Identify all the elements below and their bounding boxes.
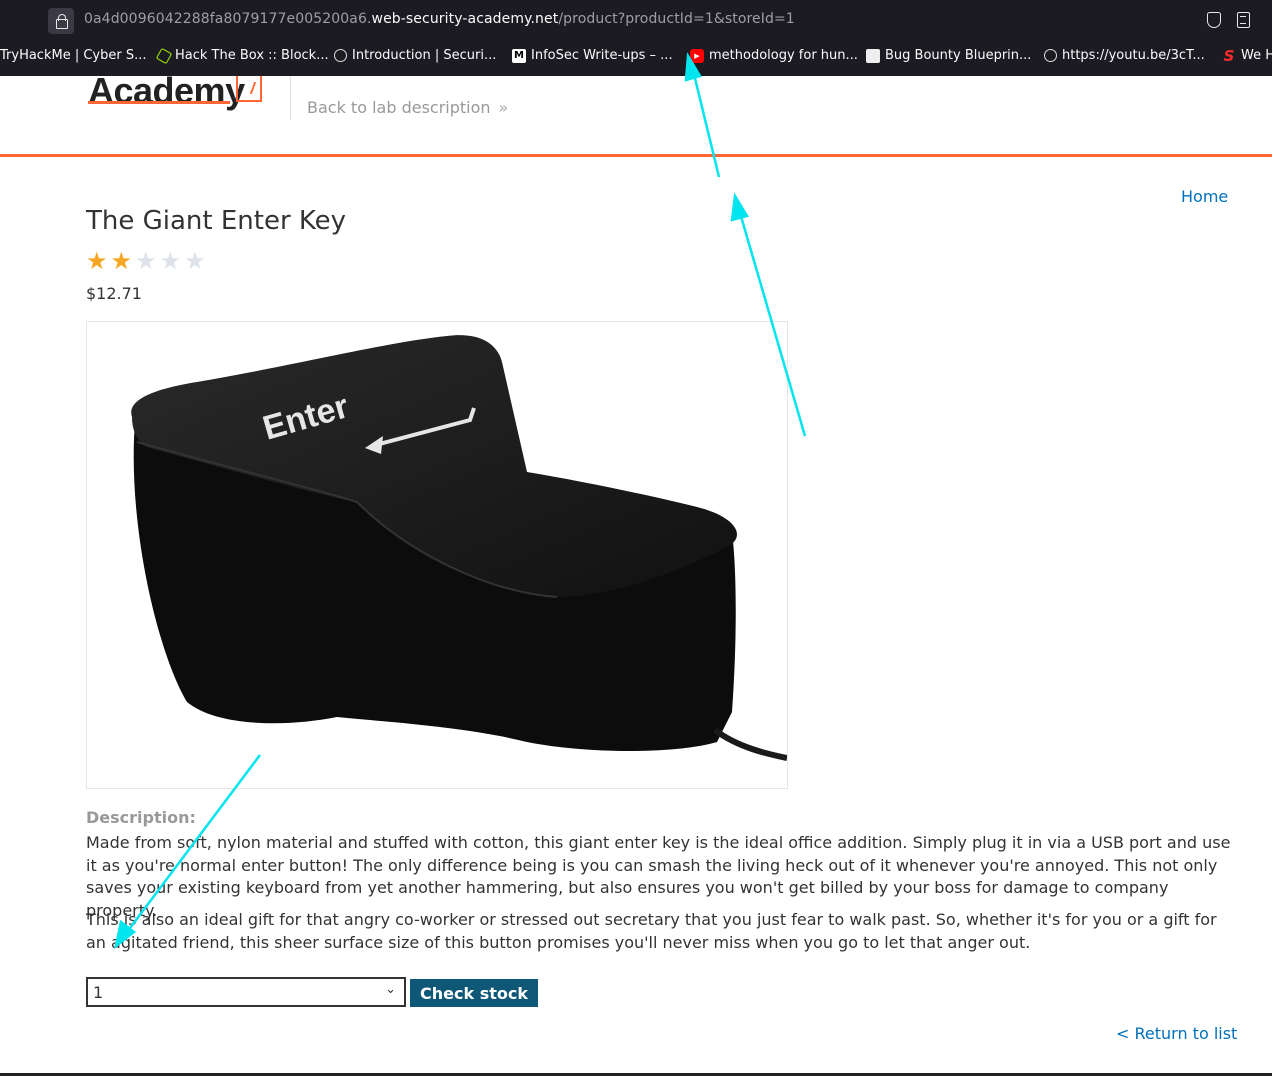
bookmark-label: We H (1241, 48, 1272, 63)
bookmark-label: methodology for hun... (709, 48, 858, 63)
product-image: Enter (86, 321, 788, 789)
star-empty-icon: ★ (184, 247, 206, 275)
browser-chrome: 0a4d0096042288fa8079177e005200a6.web-sec… (0, 0, 1272, 76)
star-empty-icon: ★ (159, 247, 182, 275)
bookmark-hackthebox[interactable]: Hack The Box :: Block... (155, 47, 329, 64)
bookmark-infosec-writeups[interactable]: M InfoSec Write-ups – ... (512, 48, 673, 63)
bookmark-methodology[interactable]: ▶ methodology for hun... (690, 48, 858, 63)
address-bar[interactable]: 0a4d0096042288fa8079177e005200a6.web-sec… (0, 0, 1272, 40)
description-label: Description: (86, 808, 196, 827)
doc-icon (866, 48, 880, 63)
star-empty-icon: ★ (135, 247, 157, 275)
url-text[interactable]: 0a4d0096042288fa8079177e005200a6.web-sec… (84, 11, 795, 27)
star-rating: ★ ★ ★ ★ ★ (86, 248, 206, 274)
red-s-icon: S (1223, 46, 1235, 65)
url-path: /product?productId=1&storeId=1 (558, 11, 795, 27)
youtube-icon: ▶ (690, 48, 704, 63)
enter-key-image: Enter (131, 335, 787, 761)
double-chevron-icon: » (498, 98, 509, 117)
back-link-label: Back to lab description (307, 98, 491, 117)
description-paragraph-2: This is also an ideal gift for that angr… (86, 910, 1217, 952)
chevron-down-icon: ⌄ (385, 982, 396, 997)
reader-view-icon[interactable] (1236, 12, 1252, 28)
medium-icon: M (512, 48, 526, 63)
globe-gear-icon (334, 49, 347, 62)
bookmark-bug-bounty-blueprint[interactable]: Bug Bounty Blueprin... (866, 48, 1031, 63)
bookmark-label: TryHackMe | Cyber S... (0, 48, 147, 63)
bookmark-introduction[interactable]: Introduction | Securi... (334, 48, 496, 63)
product-price: $12.71 (86, 284, 142, 303)
lock-icon[interactable] (48, 8, 74, 34)
check-stock-button[interactable]: Check stock (410, 979, 538, 1007)
store-select[interactable]: 1 ⌄ (86, 977, 406, 1007)
star-filled-icon: ★ (110, 247, 133, 275)
lab-header: Academy Back to lab description » (0, 70, 1272, 154)
academy-logo[interactable]: Academy (88, 70, 245, 112)
logo-mark-icon (236, 76, 262, 102)
store-select-value: 1 (93, 983, 104, 1002)
back-to-lab-link[interactable]: Back to lab description » (307, 98, 509, 117)
header-divider (290, 76, 291, 120)
globe-icon (1044, 49, 1057, 62)
hex-icon (155, 47, 173, 64)
url-domain: web-security-academy.net (371, 11, 559, 27)
bookmark-label: InfoSec Write-ups – ... (531, 48, 673, 63)
url-prefix: 0a4d0096042288fa8079177e005200a6. (84, 11, 372, 27)
bookmark-tryhackme[interactable]: TryHackMe | Cyber S... (0, 48, 147, 63)
home-link[interactable]: Home (1181, 187, 1228, 206)
bookmark-label: Introduction | Securi... (352, 48, 497, 63)
bookmark-label: https://youtu.be/3cT... (1062, 48, 1205, 63)
shield-icon[interactable] (1206, 12, 1222, 28)
header-accent-bar (0, 154, 1272, 157)
bookmark-youtube-link[interactable]: https://youtu.be/3cT... (1044, 48, 1205, 63)
annotation-arrowhead-2 (730, 192, 749, 222)
bookmark-label: Bug Bounty Blueprin... (885, 48, 1032, 63)
star-filled-icon: ★ (86, 247, 108, 275)
product-title: The Giant Enter Key (86, 206, 347, 236)
bookmark-label: Hack The Box :: Block... (175, 48, 329, 63)
return-to-list-link[interactable]: < Return to list (1116, 1024, 1237, 1043)
bookmark-we-h[interactable]: S We H (1222, 48, 1272, 63)
logo-underline (88, 101, 230, 104)
